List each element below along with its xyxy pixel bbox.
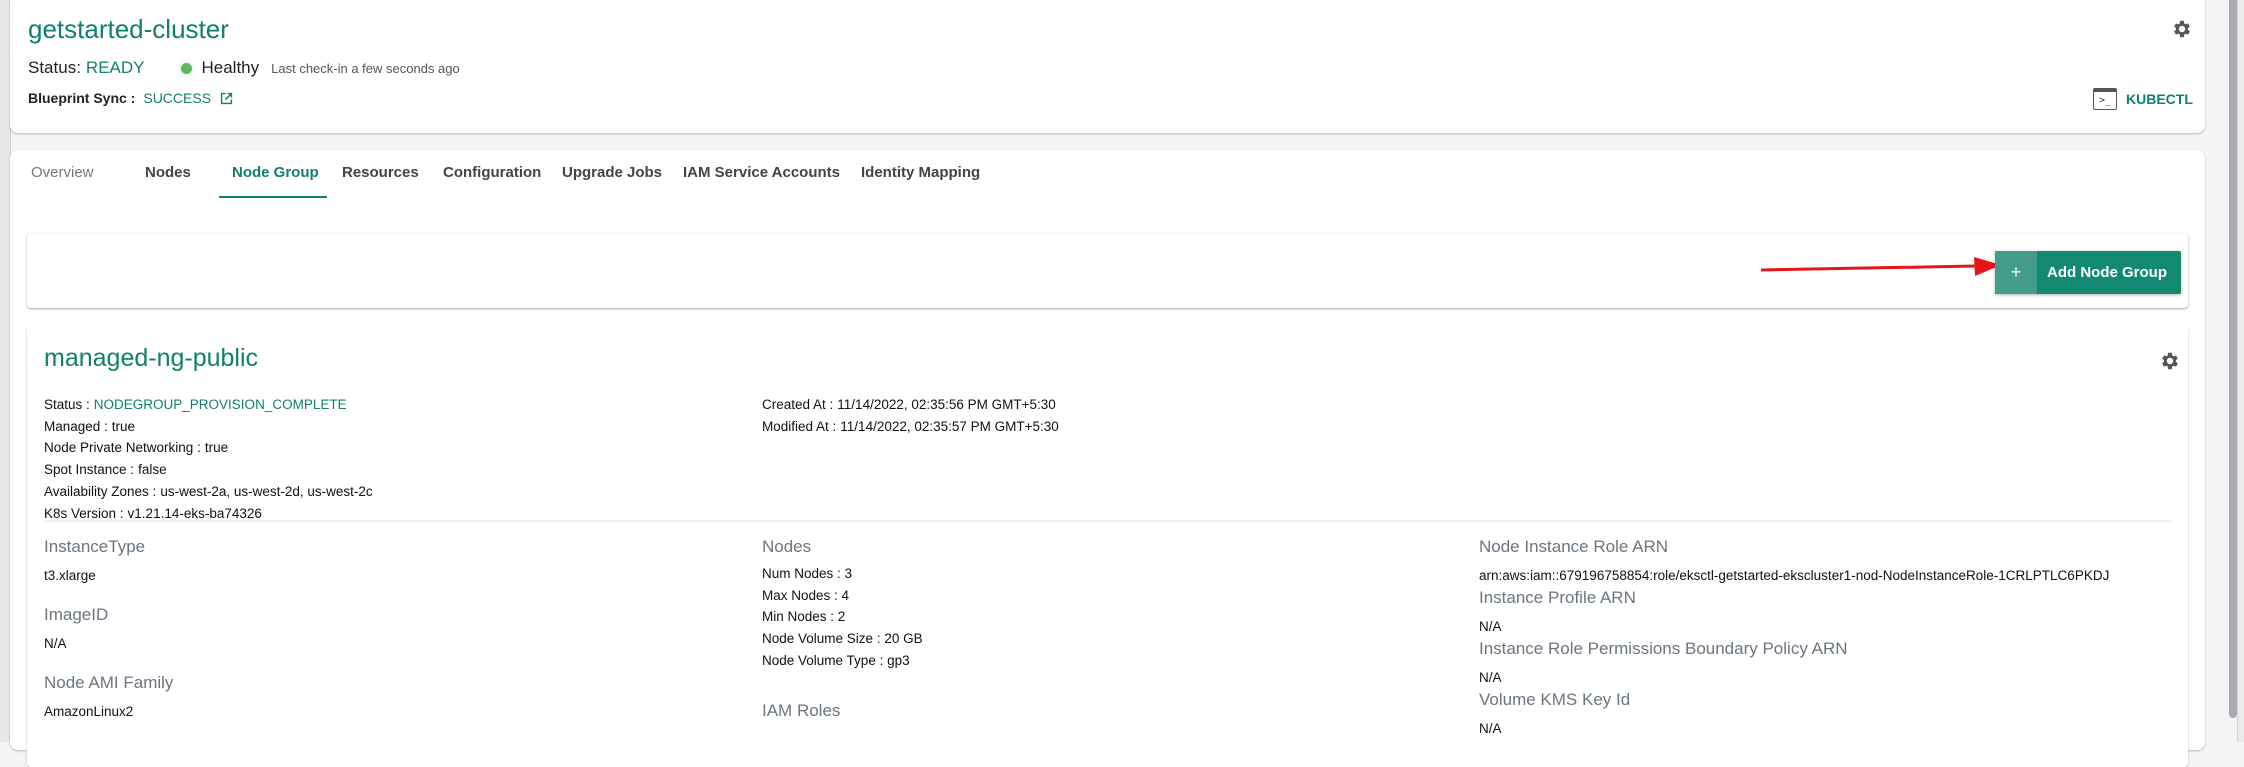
health-dot-icon	[180, 62, 192, 74]
node-group-details-right: Created At :11/14/2022, 02:35:56 PM GMT+…	[762, 394, 1059, 437]
nodes-section: Nodes Num Nodes : 3 Max Nodes : 4 Min No…	[762, 537, 923, 672]
health-text: Healthy	[201, 58, 260, 77]
tab-node-group[interactable]: Node Group	[232, 164, 319, 181]
detail-availability-zones: Availability Zones : us-west-2a, us-west-…	[44, 483, 373, 499]
status-row: Status: READY Healthy Last check-in a fe…	[28, 58, 460, 78]
iam-roles-title: IAM Roles	[762, 701, 841, 720]
external-link-icon[interactable]	[219, 91, 234, 106]
ami-family-section: Node AMI Family AmazonLinux2	[44, 673, 173, 719]
node-instance-role-arn-value: arn:aws:iam::679196758854:role/eksctl-ge…	[1479, 568, 2110, 583]
node-instance-role-arn-title: Node Instance Role ARN	[1479, 537, 1668, 556]
instance-profile-arn-section: Instance Profile ARN N/A	[1479, 588, 1636, 634]
tab-overview[interactable]: Overview	[31, 164, 94, 181]
last-checkin: Last check-in a few seconds ago	[271, 60, 460, 76]
cluster-tabs-card: Overview Nodes Node Group Resources Conf…	[10, 150, 2205, 767]
tab-upgrade-jobs[interactable]: Upgrade Jobs	[562, 164, 662, 181]
cluster-title: getstarted-cluster	[28, 14, 229, 44]
detail-managed: Managed : true	[44, 418, 136, 434]
add-node-group-button[interactable]: + Add Node Group	[1995, 251, 2181, 294]
permissions-boundary-value: N/A	[1479, 670, 1502, 685]
cluster-settings-gear-icon[interactable]	[2171, 18, 2193, 40]
tab-configuration[interactable]: Configuration	[443, 164, 541, 181]
detail-spot-instance: Spot Instance : false	[44, 462, 167, 478]
permissions-boundary-title: Instance Role Permissions Boundary Polic…	[1479, 639, 1848, 658]
node-group-card: managed-ng-public Status : NODEGROUP_PROV…	[27, 327, 2188, 767]
blueprint-sync-label: Blueprint Sync :	[28, 90, 136, 106]
blueprint-sync-row: Blueprint Sync : SUCCESS	[28, 90, 234, 106]
node-instance-role-arn-section: Node Instance Role ARN arn:aws:iam::6791…	[1479, 537, 2109, 583]
vertical-scrollbar[interactable]	[2229, 0, 2237, 718]
background-window-right	[2237, 0, 2244, 742]
detail-private-networking: Node Private Networking : true	[44, 440, 229, 456]
instance-profile-arn-title: Instance Profile ARN	[1479, 588, 1636, 607]
num-nodes: Num Nodes : 3	[762, 566, 853, 581]
node-group-toolbar: + Add Node Group	[27, 233, 2188, 308]
blueprint-sync-value[interactable]: SUCCESS	[143, 90, 211, 106]
instance-type-value: t3.xlarge	[44, 568, 96, 583]
terminal-icon: >_	[2093, 88, 2117, 110]
nodes-list: Num Nodes : 3 Max Nodes : 4 Min Nodes : …	[762, 563, 923, 672]
plus-icon: +	[1995, 251, 2037, 294]
node-group-details-left: Status : NODEGROUP_PROVISION_COMPLETE Man…	[44, 394, 373, 524]
image-id-section: ImageID N/A	[44, 605, 108, 651]
status-label: Status:	[28, 58, 81, 77]
kubectl-button[interactable]: >_ KUBECTL	[2093, 88, 2193, 110]
annotation-arrow-icon	[1761, 257, 2001, 276]
volume-kms-key-value: N/A	[1479, 721, 1502, 736]
active-tab-indicator	[219, 196, 327, 198]
add-node-group-label: Add Node Group	[2047, 264, 2167, 281]
tab-identity-mapping[interactable]: Identity Mapping	[861, 164, 980, 181]
max-nodes: Max Nodes : 4	[762, 587, 850, 603]
instance-type-section: InstanceType t3.xlarge	[44, 537, 145, 583]
volume-kms-key-section: Volume KMS Key Id N/A	[1479, 690, 1630, 736]
detail-created-at: Created At :11/14/2022, 02:35:56 PM GMT+…	[762, 397, 1056, 412]
image-id-value: N/A	[44, 636, 67, 651]
status-value: READY	[85, 58, 145, 77]
instance-type-title: InstanceType	[44, 537, 146, 556]
node-volume-size: Node Volume Size : 20 GB	[762, 631, 923, 647]
nodes-title: Nodes	[762, 537, 812, 556]
health-indicator: Healthy	[180, 58, 260, 78]
volume-kms-key-title: Volume KMS Key Id	[1479, 690, 1631, 709]
image-id-title: ImageID	[44, 605, 109, 624]
iam-roles-section: IAM Roles	[762, 701, 840, 721]
kubectl-label: KUBECTL	[2126, 91, 2193, 107]
node-volume-type: Node Volume Type : gp3	[762, 652, 910, 668]
instance-profile-arn-value: N/A	[1479, 619, 1502, 634]
ami-family-title: Node AMI Family	[44, 673, 174, 692]
ami-family-value: AmazonLinux2	[44, 704, 134, 719]
detail-status: Status : NODEGROUP_PROVISION_COMPLETE	[44, 397, 347, 412]
cluster-header-card: getstarted-cluster Status: READY Healthy…	[10, 0, 2205, 133]
tab-resources[interactable]: Resources	[342, 164, 419, 181]
min-nodes: Min Nodes : 2	[762, 609, 846, 625]
tab-nodes[interactable]: Nodes	[145, 164, 191, 181]
section-divider	[44, 520, 2171, 522]
detail-modified-at: Modified At :11/14/2022, 02:35:57 PM GMT…	[762, 418, 1059, 434]
tab-iam-service-accounts[interactable]: IAM Service Accounts	[683, 164, 840, 181]
permissions-boundary-section: Instance Role Permissions Boundary Polic…	[1479, 639, 1848, 685]
node-group-settings-gear-icon[interactable]	[2159, 350, 2181, 372]
node-group-name: managed-ng-public	[44, 344, 259, 372]
